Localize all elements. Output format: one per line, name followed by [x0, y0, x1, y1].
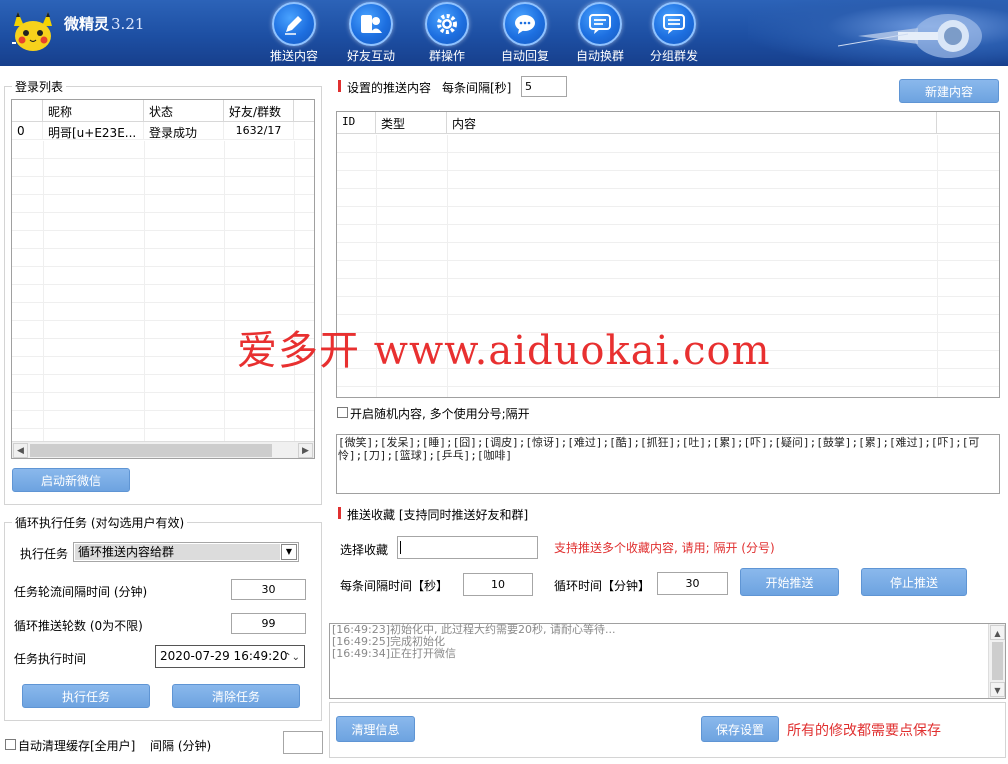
loop-task-title: 循环执行任务 (对勾选用户有效): [12, 514, 188, 531]
push-content-title: 设置的推送内容: [347, 81, 432, 95]
column-header[interactable]: ID: [337, 112, 376, 133]
exec-time-label: 任务执行时间: [14, 652, 87, 666]
spinner-icon[interactable]: ⌃⌄: [283, 647, 300, 668]
nav-label: 自动回复: [500, 49, 549, 63]
nav-push-content[interactable]: 推送内容: [259, 0, 329, 66]
scroll-down-icon[interactable]: ▼: [990, 682, 1005, 697]
column-header[interactable]: 状态: [144, 100, 224, 121]
auto-clean-interval-input[interactable]: [283, 731, 323, 754]
column-header[interactable]: 内容: [447, 112, 937, 133]
rounds-label: 循环推送轮数 (0为不限): [14, 619, 143, 633]
push-interval-input[interactable]: 5: [521, 76, 567, 97]
row-nickname: 明哥[u+E23E...: [43, 122, 144, 139]
table-grid: [12, 141, 314, 441]
nav-auto-switch-group[interactable]: 自动换群: [565, 0, 635, 66]
app-version: 3.21: [111, 15, 145, 33]
nav-auto-reply[interactable]: 自动回复: [490, 0, 560, 66]
row-status: 登录成功: [144, 122, 224, 139]
table-row[interactable]: 0 明哥[u+E23E... 登录成功 1632/17: [12, 122, 314, 140]
scroll-right-icon[interactable]: ▶: [298, 443, 313, 458]
text-cursor: [400, 540, 401, 554]
interval-input[interactable]: 30: [231, 579, 306, 600]
nav-friend-interaction[interactable]: 好友互动: [336, 0, 406, 66]
loop-time-input[interactable]: 30: [657, 572, 728, 595]
nav-label: 群操作: [428, 49, 465, 63]
new-content-button[interactable]: 新建内容: [899, 79, 999, 103]
group-message-icon: [652, 2, 696, 46]
favorites-title: 推送收藏 [支持同时推送好友和群]: [347, 508, 529, 522]
rounds-input[interactable]: 99: [231, 613, 306, 634]
push-interval-label: 每条间隔[秒]: [442, 81, 512, 95]
chevron-down-icon[interactable]: ▼: [281, 544, 297, 560]
nav-label: 自动换群: [575, 49, 624, 63]
clear-task-button[interactable]: 清除任务: [172, 684, 300, 708]
vertical-scrollbar[interactable]: ▲ ▼: [988, 624, 1005, 698]
nav-label: 分组群发: [649, 49, 698, 63]
nav-group-broadcast[interactable]: 分组群发: [639, 0, 709, 66]
login-table[interactable]: 昵称 状态 好友/群数 0 明哥[u+E23E... 登录成功 1632/17 …: [11, 99, 315, 459]
scroll-left-icon[interactable]: ◀: [13, 443, 28, 458]
each-interval-label: 每条间隔时间【秒】: [340, 579, 449, 593]
friends-icon: [349, 2, 393, 46]
task-select[interactable]: 循环推送内容给群 ▼: [73, 542, 299, 562]
save-hint: 所有的修改都需要点保存: [787, 723, 941, 739]
section-marker: [338, 80, 341, 92]
column-header[interactable]: 好友/群数: [224, 100, 294, 121]
task-label: 执行任务: [20, 547, 69, 561]
message-box-icon: [578, 2, 622, 46]
random-content-checkbox[interactable]: [337, 407, 348, 418]
login-list-title: 登录列表: [12, 78, 67, 95]
spaceship-illustration: [838, 14, 982, 58]
log-line: [16:49:34]正在打开微信: [332, 647, 456, 660]
app-title: 微精灵 3.21: [64, 13, 144, 34]
exec-time-value: 2020-07-29 16:49:20: [160, 649, 288, 663]
loop-time-label: 循环时间【分钟】: [554, 579, 651, 593]
emoji-textarea[interactable]: [微笑];[发呆];[睡];[囧];[调皮];[惊讶];[难过];[酷];[抓狂…: [336, 434, 1000, 494]
title-bar: 微精灵 3.21 推送内容 好友互动 群操作 自动回复 自动换群 分组群发: [0, 0, 1008, 66]
task-select-value: 循环推送内容给群: [75, 544, 280, 560]
stop-push-button[interactable]: 停止推送: [861, 568, 967, 596]
clear-log-button[interactable]: 清理信息: [336, 716, 415, 742]
table-header: 昵称 状态 好友/群数: [12, 100, 314, 122]
auto-clean-checkbox[interactable]: [5, 739, 16, 750]
app-name: 微精灵: [64, 15, 110, 33]
random-content-label: 开启随机内容, 多个使用分号;隔开: [350, 407, 530, 421]
pen-icon: [272, 2, 316, 46]
auto-clean-label: 自动清理缓存[全用户]: [18, 739, 136, 753]
pikachu-logo-icon: [14, 12, 52, 51]
gear-icon: [425, 2, 469, 46]
row-counts: 1632/17: [224, 122, 294, 139]
nav-label: 好友互动: [346, 49, 395, 63]
section-marker: [338, 507, 341, 519]
run-task-button[interactable]: 执行任务: [22, 684, 150, 708]
watermark: 爱多开 www.aiduokai.com: [237, 328, 771, 374]
each-interval-input[interactable]: 10: [463, 573, 533, 596]
scroll-thumb[interactable]: [30, 444, 272, 457]
horizontal-scrollbar[interactable]: ◀ ▶: [12, 441, 314, 458]
select-favorite-input[interactable]: [397, 536, 538, 559]
column-header[interactable]: 昵称: [43, 100, 144, 121]
start-push-button[interactable]: 开始推送: [740, 568, 839, 596]
interval-label: 任务轮流间隔时间 (分钟): [14, 585, 148, 599]
nav-label: 推送内容: [269, 49, 318, 63]
save-settings-button[interactable]: 保存设置: [701, 716, 779, 742]
app-dot: [12, 42, 16, 44]
column-header[interactable]: 类型: [376, 112, 447, 133]
scroll-thumb[interactable]: [992, 642, 1003, 680]
chat-bubble-icon: [503, 2, 547, 46]
column-header[interactable]: [12, 100, 43, 121]
select-favorite-label: 选择收藏: [340, 543, 389, 557]
favorites-hint: 支持推送多个收藏内容, 请用; 隔开 (分号): [554, 541, 775, 555]
log-box[interactable]: [16:49:23]初始化中, 此过程大约需要20秒, 请耐心等待... [16…: [329, 623, 1006, 699]
exec-time-picker[interactable]: 2020-07-29 16:49:20 ⌃⌄: [155, 645, 305, 668]
launch-new-wechat-button[interactable]: 启动新微信: [12, 468, 130, 492]
scroll-up-icon[interactable]: ▲: [990, 625, 1005, 640]
row-id: 0: [12, 122, 43, 139]
table-header: ID 类型 内容: [337, 112, 999, 134]
auto-clean-interval-label: 间隔 (分钟): [150, 739, 212, 753]
nav-group-operation[interactable]: 群操作: [412, 0, 482, 66]
